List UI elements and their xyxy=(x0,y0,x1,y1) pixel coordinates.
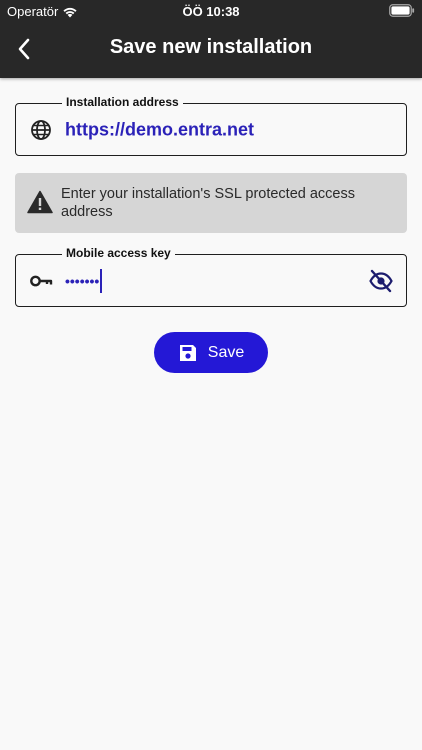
installation-address-field[interactable]: Installation address https://demo.entra.… xyxy=(15,95,407,156)
ssl-notice-text: Enter your installation's SSL protected … xyxy=(61,186,355,220)
warning-icon xyxy=(27,190,53,214)
battery-icon xyxy=(389,4,415,17)
installation-address-input[interactable]: https://demo.entra.net xyxy=(65,119,254,140)
save-button[interactable]: Save xyxy=(154,332,268,373)
mobile-access-key-field[interactable]: Mobile access key ••••••• xyxy=(15,246,407,307)
top-app-bar: Operatör ÖÖ 10:38 Save new installation xyxy=(0,0,422,78)
mobile-access-key-input[interactable]: ••••••• xyxy=(65,268,103,293)
installation-address-label: Installation address xyxy=(62,95,183,109)
save-button-label: Save xyxy=(207,343,245,361)
status-time: ÖÖ 10:38 xyxy=(182,4,240,19)
ssl-notice: Enter your installation's SSL protected … xyxy=(15,173,407,233)
floppy-disk-icon xyxy=(179,344,196,361)
page-title: Save new installation xyxy=(109,36,313,58)
key-icon xyxy=(30,275,53,286)
masked-key-value: ••••••• xyxy=(65,272,100,289)
globe-icon xyxy=(31,119,51,140)
eye-off-icon[interactable] xyxy=(368,268,394,294)
text-caret xyxy=(100,268,103,293)
mobile-access-key-label: Mobile access key xyxy=(62,246,175,260)
